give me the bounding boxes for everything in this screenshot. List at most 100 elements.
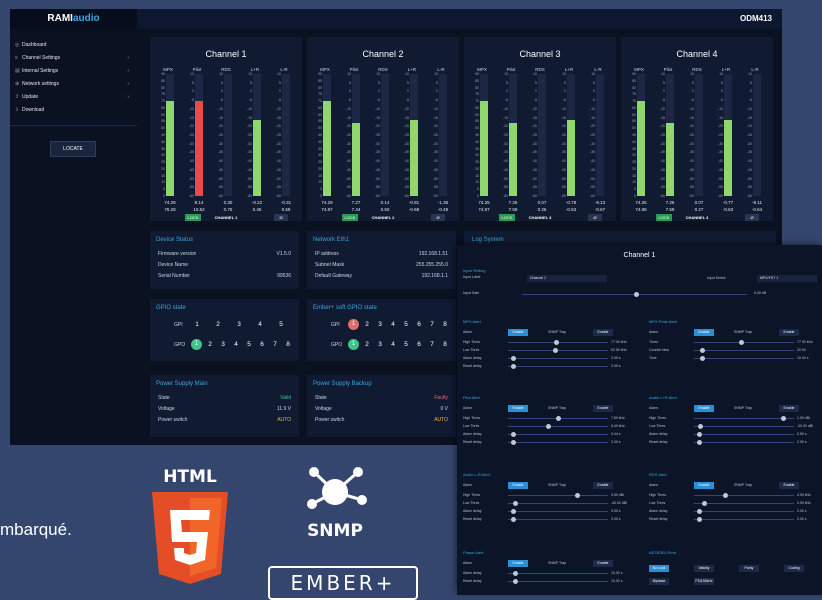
slider-knob[interactable] xyxy=(510,364,516,369)
param-slider[interactable] xyxy=(694,501,794,506)
aes-error-button[interactable]: FS/192kHz xyxy=(694,578,714,585)
slider-knob[interactable] xyxy=(696,509,702,514)
slider-knob[interactable] xyxy=(512,571,518,576)
slider-knob[interactable] xyxy=(510,440,516,445)
locate-button[interactable]: LOCATE xyxy=(50,141,96,157)
row-label: State xyxy=(158,395,170,401)
enable-button[interactable]: Enable xyxy=(508,560,528,567)
sidebar-item-download[interactable]: ⇩ Download xyxy=(10,104,137,117)
phase-button[interactable]: Ø xyxy=(274,214,288,221)
param-slider[interactable] xyxy=(694,340,794,345)
input-label-field[interactable]: Channel 1 xyxy=(527,275,607,282)
param-slider[interactable] xyxy=(694,517,794,522)
snmp-trap-enable-button[interactable]: Enable xyxy=(779,329,799,336)
meter-scale-tick: 40 xyxy=(161,139,165,144)
enable-button[interactable]: Enable xyxy=(508,482,528,489)
sidebar-item-dashboard[interactable]: ◎ Dashboard xyxy=(10,39,137,52)
download-icon: ⇩ xyxy=(15,107,20,113)
slider-knob[interactable] xyxy=(722,493,728,498)
snmp-trap-enable-button[interactable]: Enable xyxy=(593,329,613,336)
param-slider[interactable] xyxy=(508,579,608,584)
param-slider[interactable] xyxy=(508,364,608,369)
enable-button[interactable]: Enable xyxy=(508,405,528,412)
meter-scale-tick: -50 xyxy=(688,176,694,181)
param-slider[interactable] xyxy=(694,356,794,361)
slider-knob[interactable] xyxy=(546,424,551,429)
sidebar-item-label: Network settings xyxy=(22,81,59,87)
phase-button[interactable]: Ø xyxy=(431,214,445,221)
param-slider[interactable] xyxy=(508,501,608,506)
sidebar-item-update[interactable]: ⇧ Update › xyxy=(10,91,137,104)
param-slider[interactable] xyxy=(508,493,608,498)
meter-scale-tick: -40 xyxy=(403,159,409,164)
param-slider[interactable] xyxy=(508,356,608,361)
param-slider[interactable] xyxy=(508,340,608,345)
slider-knob[interactable] xyxy=(699,356,705,361)
meter-scale-tick: -30 xyxy=(531,141,537,146)
enable-button[interactable]: Enable xyxy=(694,482,714,489)
snmp-trap-enable-button[interactable]: Enable xyxy=(593,482,613,489)
slider-knob[interactable] xyxy=(696,517,702,522)
enable-button[interactable]: Enable xyxy=(508,329,528,336)
aes-error-button[interactable]: Biphase xyxy=(649,578,669,585)
param-slider[interactable] xyxy=(694,424,794,429)
snmp-trap-enable-button[interactable]: Enable xyxy=(593,560,613,567)
snmp-trap-label: SNMP Trap xyxy=(548,330,567,334)
param-slider[interactable] xyxy=(508,571,608,576)
aes-error-button[interactable]: Validity xyxy=(694,565,714,572)
param-slider[interactable] xyxy=(508,440,608,445)
param-slider[interactable] xyxy=(694,509,794,514)
slider-knob[interactable] xyxy=(552,348,558,353)
input-select-dropdown[interactable]: MPX/YS7 1 xyxy=(757,275,817,282)
slider-knob[interactable] xyxy=(696,432,702,437)
slider-knob[interactable] xyxy=(738,340,744,345)
row-value: Valid xyxy=(280,395,291,401)
param-slider[interactable] xyxy=(508,424,608,429)
slider-knob[interactable] xyxy=(510,517,516,522)
param-slider[interactable] xyxy=(508,416,608,421)
phase-button[interactable]: Ø xyxy=(745,214,759,221)
enable-button[interactable]: Enable xyxy=(694,329,714,336)
slider-knob[interactable] xyxy=(553,340,559,345)
snmp-trap-enable-button[interactable]: Enable xyxy=(593,405,613,412)
slider-knob[interactable] xyxy=(555,416,561,421)
param-slider[interactable] xyxy=(508,432,608,437)
meter-scale-tick: 10 xyxy=(719,72,723,76)
slider-knob[interactable] xyxy=(510,432,516,437)
slider-knob[interactable] xyxy=(697,424,703,429)
slider-knob[interactable] xyxy=(699,348,705,353)
sidebar-item-channel-settings[interactable]: ≡ Channel Settings › xyxy=(10,52,137,65)
slider-knob[interactable] xyxy=(512,579,518,584)
snmp-trap-enable-button[interactable]: Enable xyxy=(779,482,799,489)
param-slider[interactable] xyxy=(694,440,794,445)
phase-button[interactable]: Ø xyxy=(588,214,602,221)
slider-knob[interactable] xyxy=(634,292,639,297)
slider-knob[interactable] xyxy=(696,440,702,445)
aes-error-button[interactable]: Parity xyxy=(739,565,759,572)
slider-knob[interactable] xyxy=(701,501,707,506)
meter-scale-tick: -15 xyxy=(531,115,537,120)
input-gain-slider[interactable] xyxy=(522,292,747,297)
param-slider[interactable] xyxy=(508,348,608,353)
meter-scale-tick: -55 xyxy=(746,185,752,190)
aes-error-button[interactable]: No Lock xyxy=(649,565,669,572)
param-slider[interactable] xyxy=(694,432,794,437)
slider-knob[interactable] xyxy=(512,501,518,506)
slider-knob[interactable] xyxy=(510,356,516,361)
slider-knob[interactable] xyxy=(574,493,580,498)
param-slider[interactable] xyxy=(508,509,608,514)
meter-scale-tick: 25 xyxy=(318,160,322,165)
sidebar-item-internal-settings[interactable]: ▤ Internal Settings › xyxy=(10,65,137,78)
slider-knob[interactable] xyxy=(510,509,516,514)
sidebar-item-network-settings[interactable]: ⊕ Network settings › xyxy=(10,78,137,91)
slider-knob[interactable] xyxy=(781,416,787,421)
param-slider[interactable] xyxy=(508,517,608,522)
aes-error-button[interactable]: Coding xyxy=(784,565,804,572)
gpi-indicator: 2 xyxy=(365,321,369,328)
meter-fill xyxy=(567,120,575,196)
snmp-trap-enable-button[interactable]: Enable xyxy=(779,405,799,412)
param-slider[interactable] xyxy=(694,493,794,498)
param-slider[interactable] xyxy=(694,348,794,353)
enable-button[interactable]: Enable xyxy=(694,405,714,412)
param-slider[interactable] xyxy=(694,416,794,421)
